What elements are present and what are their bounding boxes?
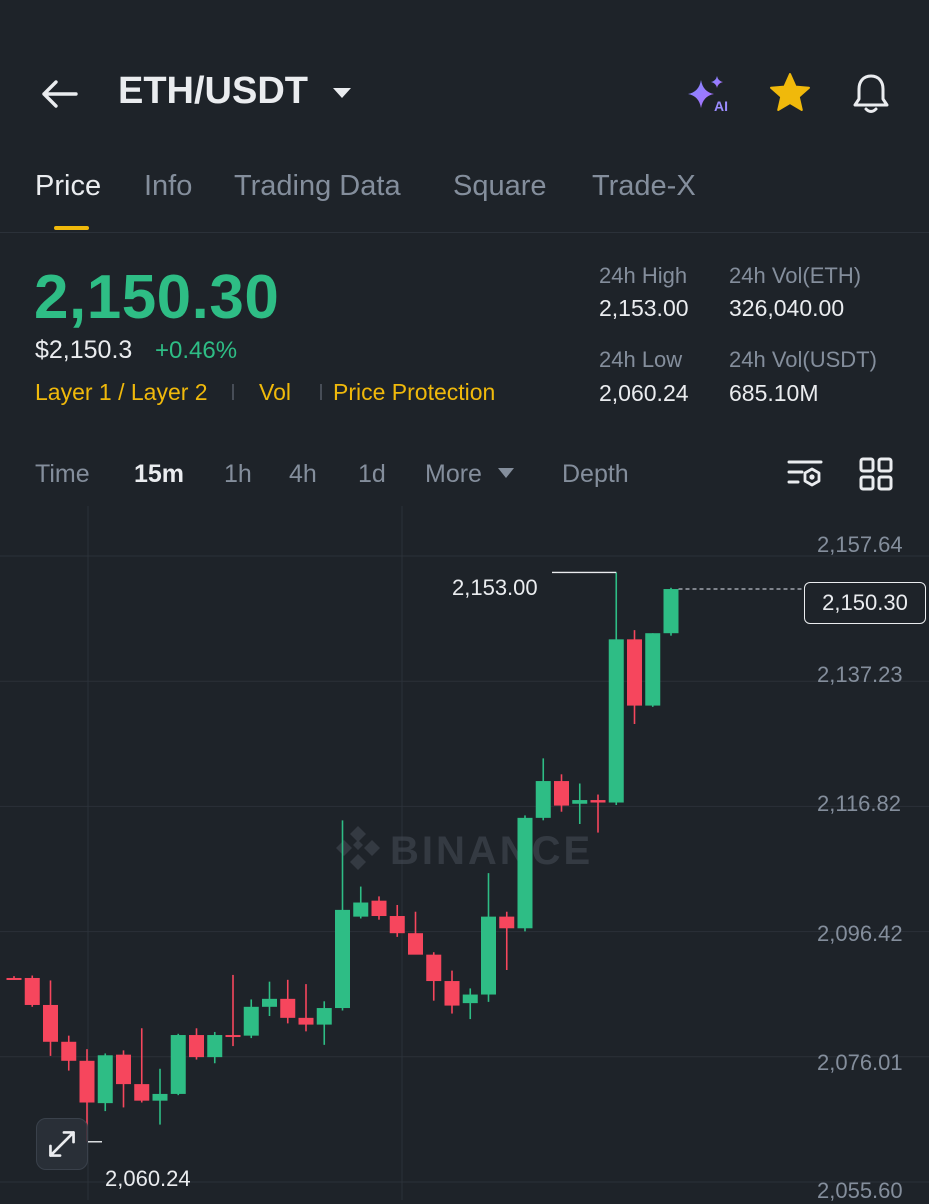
- stat-vol-eth-value: 326,040.00: [729, 295, 845, 321]
- candle-body: [517, 817, 533, 929]
- current-price-label: 2,150.30: [804, 582, 926, 624]
- candlestick-chart[interactable]: BINANCE: [0, 506, 929, 1200]
- usd-price: $2,150.3: [35, 336, 133, 364]
- candle-body: [499, 916, 515, 929]
- tab-trade-x[interactable]: Trade-X: [592, 170, 696, 203]
- stat-high-label: 24h High: [599, 263, 688, 288]
- y-tick-label: 2,157.64: [817, 532, 903, 557]
- low-price-annotation: 2,060.24: [105, 1166, 191, 1191]
- interval-1h[interactable]: 1h: [224, 460, 252, 489]
- bell-icon[interactable]: [850, 72, 892, 116]
- stat-vol-usdt-label: 24h Vol(USDT): [729, 347, 877, 372]
- tag-layer[interactable]: Layer 1 / Layer 2: [35, 379, 208, 406]
- candle-body: [371, 900, 387, 917]
- candle-body: [663, 589, 679, 634]
- candle-body: [572, 800, 588, 804]
- y-tick-label: 2,055.60: [817, 1178, 903, 1203]
- candle-body: [335, 909, 350, 1009]
- tag-separator: [232, 384, 234, 400]
- interval-time[interactable]: Time: [35, 460, 90, 489]
- tab-price[interactable]: Price: [35, 170, 101, 203]
- candle-body: [280, 998, 296, 1018]
- candle-body: [353, 902, 369, 917]
- candle-body: [189, 1035, 204, 1058]
- candle-body: [316, 1008, 332, 1025]
- candle-body: [554, 781, 569, 806]
- candle-body: [97, 1055, 113, 1104]
- tag-separator: [320, 384, 322, 400]
- candle-body: [79, 1060, 95, 1103]
- candle-body: [225, 1035, 241, 1038]
- candle-body: [535, 781, 551, 818]
- active-tab-indicator: [54, 226, 89, 230]
- back-arrow-icon[interactable]: [38, 72, 82, 116]
- trading-pair-title[interactable]: ETH/USDT: [118, 70, 308, 113]
- binance-watermark: BINANCE: [336, 826, 593, 873]
- candle-body: [61, 1041, 77, 1061]
- star-icon[interactable]: [768, 72, 812, 114]
- candle-body: [298, 1017, 314, 1025]
- ai-badge-text: AI: [714, 98, 728, 114]
- candle-body: [43, 1004, 58, 1042]
- candle-body: [6, 977, 22, 980]
- y-tick-label: 2,116.82: [817, 791, 902, 816]
- stat-high-value: 2,153.00: [599, 295, 689, 321]
- y-tick-label: 2,076.01: [817, 1050, 903, 1075]
- candle-body: [170, 1035, 186, 1094]
- candle-body: [134, 1084, 150, 1101]
- candle-body: [243, 1006, 259, 1036]
- high-price-annotation: 2,153.00: [452, 575, 538, 600]
- candle-body: [590, 800, 606, 803]
- y-tick-label: 2,137.23: [817, 662, 903, 687]
- interval-1d[interactable]: 1d: [358, 460, 386, 489]
- candle-body: [207, 1035, 223, 1058]
- price-change-percent: +0.46%: [155, 337, 238, 364]
- candle-body: [444, 981, 460, 1006]
- candle-body: [24, 977, 40, 1005]
- interval-15m[interactable]: 15m: [134, 460, 184, 489]
- last-price: 2,150.30: [34, 263, 280, 332]
- candle-body: [608, 639, 624, 803]
- candle-body: [426, 954, 442, 982]
- tab-trading-data[interactable]: Trading Data: [234, 170, 401, 203]
- interval-more[interactable]: More: [425, 460, 482, 489]
- expand-arrows-icon: [49, 1131, 75, 1157]
- stat-vol-eth-label: 24h Vol(ETH): [729, 263, 862, 288]
- y-tick-label: 2,096.42: [817, 921, 903, 946]
- stat-low-value: 2,060.24: [599, 380, 689, 406]
- more-chevron-down-icon[interactable]: [497, 467, 515, 479]
- tag-vol[interactable]: Vol: [259, 379, 291, 406]
- candle-body: [462, 994, 478, 1004]
- tabs-divider: [0, 232, 929, 233]
- candle-body: [481, 916, 496, 995]
- layout-grid-icon[interactable]: [858, 456, 894, 492]
- interval-depth[interactable]: Depth: [562, 460, 629, 489]
- candle-body: [627, 639, 642, 706]
- candle-body: [645, 633, 661, 706]
- tab-square[interactable]: Square: [453, 170, 547, 203]
- candle-body: [389, 916, 405, 934]
- candle-body: [152, 1093, 168, 1101]
- candle-body: [408, 933, 423, 955]
- stat-vol-usdt-value: 685.10M: [729, 380, 819, 406]
- tag-price-protection[interactable]: Price Protection: [333, 379, 495, 406]
- stat-low-label: 24h Low: [599, 347, 683, 372]
- interval-4h[interactable]: 4h: [289, 460, 317, 489]
- watermark-text: BINANCE: [390, 829, 593, 873]
- candle-body: [262, 998, 277, 1007]
- tab-info[interactable]: Info: [144, 170, 192, 203]
- fullscreen-button[interactable]: [36, 1118, 88, 1170]
- chevron-down-icon[interactable]: [331, 86, 353, 100]
- chart-settings-icon[interactable]: [786, 456, 824, 492]
- ai-sparkle-icon[interactable]: AI: [684, 74, 732, 114]
- candle-body: [116, 1054, 131, 1085]
